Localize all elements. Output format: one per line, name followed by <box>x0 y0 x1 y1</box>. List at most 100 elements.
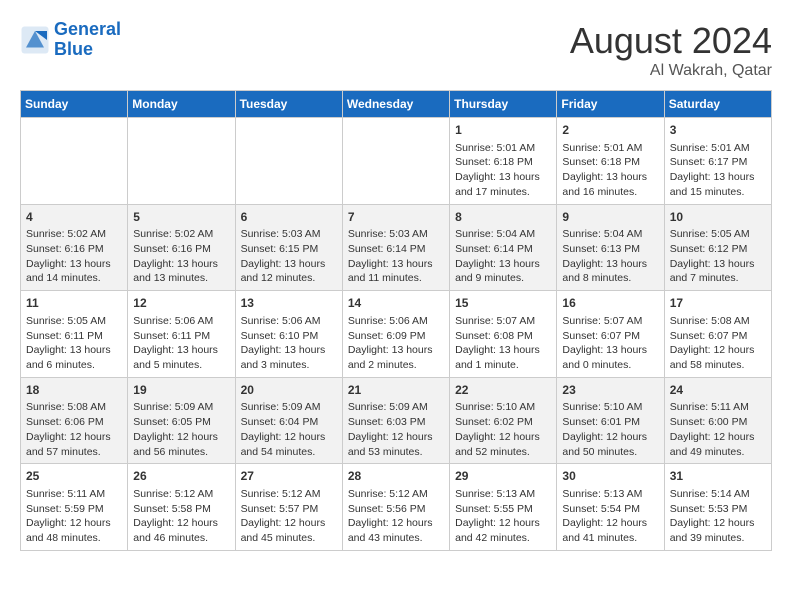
logo-icon <box>20 25 50 55</box>
day-info: Daylight: 13 hours <box>455 170 551 185</box>
calendar-cell: 21Sunrise: 5:09 AMSunset: 6:03 PMDayligh… <box>342 377 449 464</box>
calendar-cell: 2Sunrise: 5:01 AMSunset: 6:18 PMDaylight… <box>557 118 664 205</box>
day-info: and 12 minutes. <box>241 271 337 286</box>
day-number: 2 <box>562 122 658 139</box>
calendar-cell: 27Sunrise: 5:12 AMSunset: 5:57 PMDayligh… <box>235 464 342 551</box>
day-info: Daylight: 13 hours <box>348 343 444 358</box>
day-info: and 17 minutes. <box>455 185 551 200</box>
day-info: Sunrise: 5:03 AM <box>241 227 337 242</box>
day-info: Sunset: 6:14 PM <box>455 242 551 257</box>
calendar-cell: 22Sunrise: 5:10 AMSunset: 6:02 PMDayligh… <box>450 377 557 464</box>
day-info: Daylight: 12 hours <box>670 516 766 531</box>
day-number: 22 <box>455 382 551 399</box>
day-info: Sunset: 5:53 PM <box>670 502 766 517</box>
day-info: and 9 minutes. <box>455 271 551 286</box>
day-info: Daylight: 13 hours <box>241 257 337 272</box>
day-info: Daylight: 13 hours <box>455 343 551 358</box>
day-info: Daylight: 12 hours <box>670 343 766 358</box>
calendar-cell: 6Sunrise: 5:03 AMSunset: 6:15 PMDaylight… <box>235 204 342 291</box>
day-info: Daylight: 13 hours <box>562 257 658 272</box>
day-number: 6 <box>241 209 337 226</box>
logo-text: General Blue <box>54 20 121 60</box>
day-info: Sunset: 6:00 PM <box>670 415 766 430</box>
calendar-cell: 7Sunrise: 5:03 AMSunset: 6:14 PMDaylight… <box>342 204 449 291</box>
day-info: Daylight: 13 hours <box>348 257 444 272</box>
calendar-cell: 16Sunrise: 5:07 AMSunset: 6:07 PMDayligh… <box>557 291 664 378</box>
day-info: and 56 minutes. <box>133 445 229 460</box>
day-number: 3 <box>670 122 766 139</box>
calendar-cell: 15Sunrise: 5:07 AMSunset: 6:08 PMDayligh… <box>450 291 557 378</box>
calendar-cell: 10Sunrise: 5:05 AMSunset: 6:12 PMDayligh… <box>664 204 771 291</box>
day-info: Sunrise: 5:01 AM <box>670 141 766 156</box>
day-number: 14 <box>348 295 444 312</box>
day-info: and 11 minutes. <box>348 271 444 286</box>
day-info: Daylight: 13 hours <box>26 343 122 358</box>
weekday-tuesday: Tuesday <box>235 91 342 118</box>
day-info: and 6 minutes. <box>26 358 122 373</box>
day-number: 20 <box>241 382 337 399</box>
day-number: 25 <box>26 468 122 485</box>
day-info: Sunrise: 5:11 AM <box>670 400 766 415</box>
day-info: Daylight: 12 hours <box>348 430 444 445</box>
day-info: Sunset: 5:55 PM <box>455 502 551 517</box>
week-row-3: 11Sunrise: 5:05 AMSunset: 6:11 PMDayligh… <box>21 291 772 378</box>
day-info: and 3 minutes. <box>241 358 337 373</box>
day-info: and 1 minute. <box>455 358 551 373</box>
day-info: and 15 minutes. <box>670 185 766 200</box>
day-number: 16 <box>562 295 658 312</box>
day-number: 24 <box>670 382 766 399</box>
day-number: 17 <box>670 295 766 312</box>
day-info: Sunset: 6:01 PM <box>562 415 658 430</box>
weekday-monday: Monday <box>128 91 235 118</box>
calendar-cell: 24Sunrise: 5:11 AMSunset: 6:00 PMDayligh… <box>664 377 771 464</box>
location: Al Wakrah, Qatar <box>570 62 772 80</box>
day-info: Daylight: 12 hours <box>562 430 658 445</box>
calendar-cell <box>21 118 128 205</box>
day-info: Daylight: 13 hours <box>133 257 229 272</box>
day-info: Sunrise: 5:06 AM <box>133 314 229 329</box>
day-info: Sunrise: 5:10 AM <box>455 400 551 415</box>
day-info: Sunset: 6:03 PM <box>348 415 444 430</box>
day-number: 13 <box>241 295 337 312</box>
day-number: 26 <box>133 468 229 485</box>
day-info: Sunrise: 5:12 AM <box>241 487 337 502</box>
day-info: Sunset: 6:16 PM <box>133 242 229 257</box>
day-info: and 54 minutes. <box>241 445 337 460</box>
day-info: Sunset: 5:57 PM <box>241 502 337 517</box>
title-block: August 2024 Al Wakrah, Qatar <box>570 20 772 80</box>
calendar-cell: 14Sunrise: 5:06 AMSunset: 6:09 PMDayligh… <box>342 291 449 378</box>
calendar-cell: 30Sunrise: 5:13 AMSunset: 5:54 PMDayligh… <box>557 464 664 551</box>
day-info: Sunrise: 5:05 AM <box>670 227 766 242</box>
day-info: Sunset: 6:02 PM <box>455 415 551 430</box>
day-info: and 45 minutes. <box>241 531 337 546</box>
day-info: Daylight: 13 hours <box>670 170 766 185</box>
day-info: Sunrise: 5:09 AM <box>241 400 337 415</box>
day-info: Sunset: 6:08 PM <box>455 329 551 344</box>
week-row-5: 25Sunrise: 5:11 AMSunset: 5:59 PMDayligh… <box>21 464 772 551</box>
day-info: and 43 minutes. <box>348 531 444 546</box>
day-info: and 49 minutes. <box>670 445 766 460</box>
day-info: and 5 minutes. <box>133 358 229 373</box>
weekday-header-row: SundayMondayTuesdayWednesdayThursdayFrid… <box>21 91 772 118</box>
day-number: 28 <box>348 468 444 485</box>
day-number: 8 <box>455 209 551 226</box>
calendar-cell: 9Sunrise: 5:04 AMSunset: 6:13 PMDaylight… <box>557 204 664 291</box>
calendar-cell: 18Sunrise: 5:08 AMSunset: 6:06 PMDayligh… <box>21 377 128 464</box>
day-number: 5 <box>133 209 229 226</box>
day-info: and 48 minutes. <box>26 531 122 546</box>
calendar-cell: 12Sunrise: 5:06 AMSunset: 6:11 PMDayligh… <box>128 291 235 378</box>
day-info: Sunrise: 5:10 AM <box>562 400 658 415</box>
day-info: Daylight: 12 hours <box>26 430 122 445</box>
day-number: 30 <box>562 468 658 485</box>
day-info: Sunset: 5:56 PM <box>348 502 444 517</box>
day-info: and 39 minutes. <box>670 531 766 546</box>
day-number: 27 <box>241 468 337 485</box>
day-info: Sunrise: 5:13 AM <box>562 487 658 502</box>
day-info: and 41 minutes. <box>562 531 658 546</box>
calendar-cell <box>342 118 449 205</box>
weekday-wednesday: Wednesday <box>342 91 449 118</box>
day-number: 10 <box>670 209 766 226</box>
logo-line2: Blue <box>54 39 93 59</box>
day-info: Sunrise: 5:11 AM <box>26 487 122 502</box>
week-row-4: 18Sunrise: 5:08 AMSunset: 6:06 PMDayligh… <box>21 377 772 464</box>
